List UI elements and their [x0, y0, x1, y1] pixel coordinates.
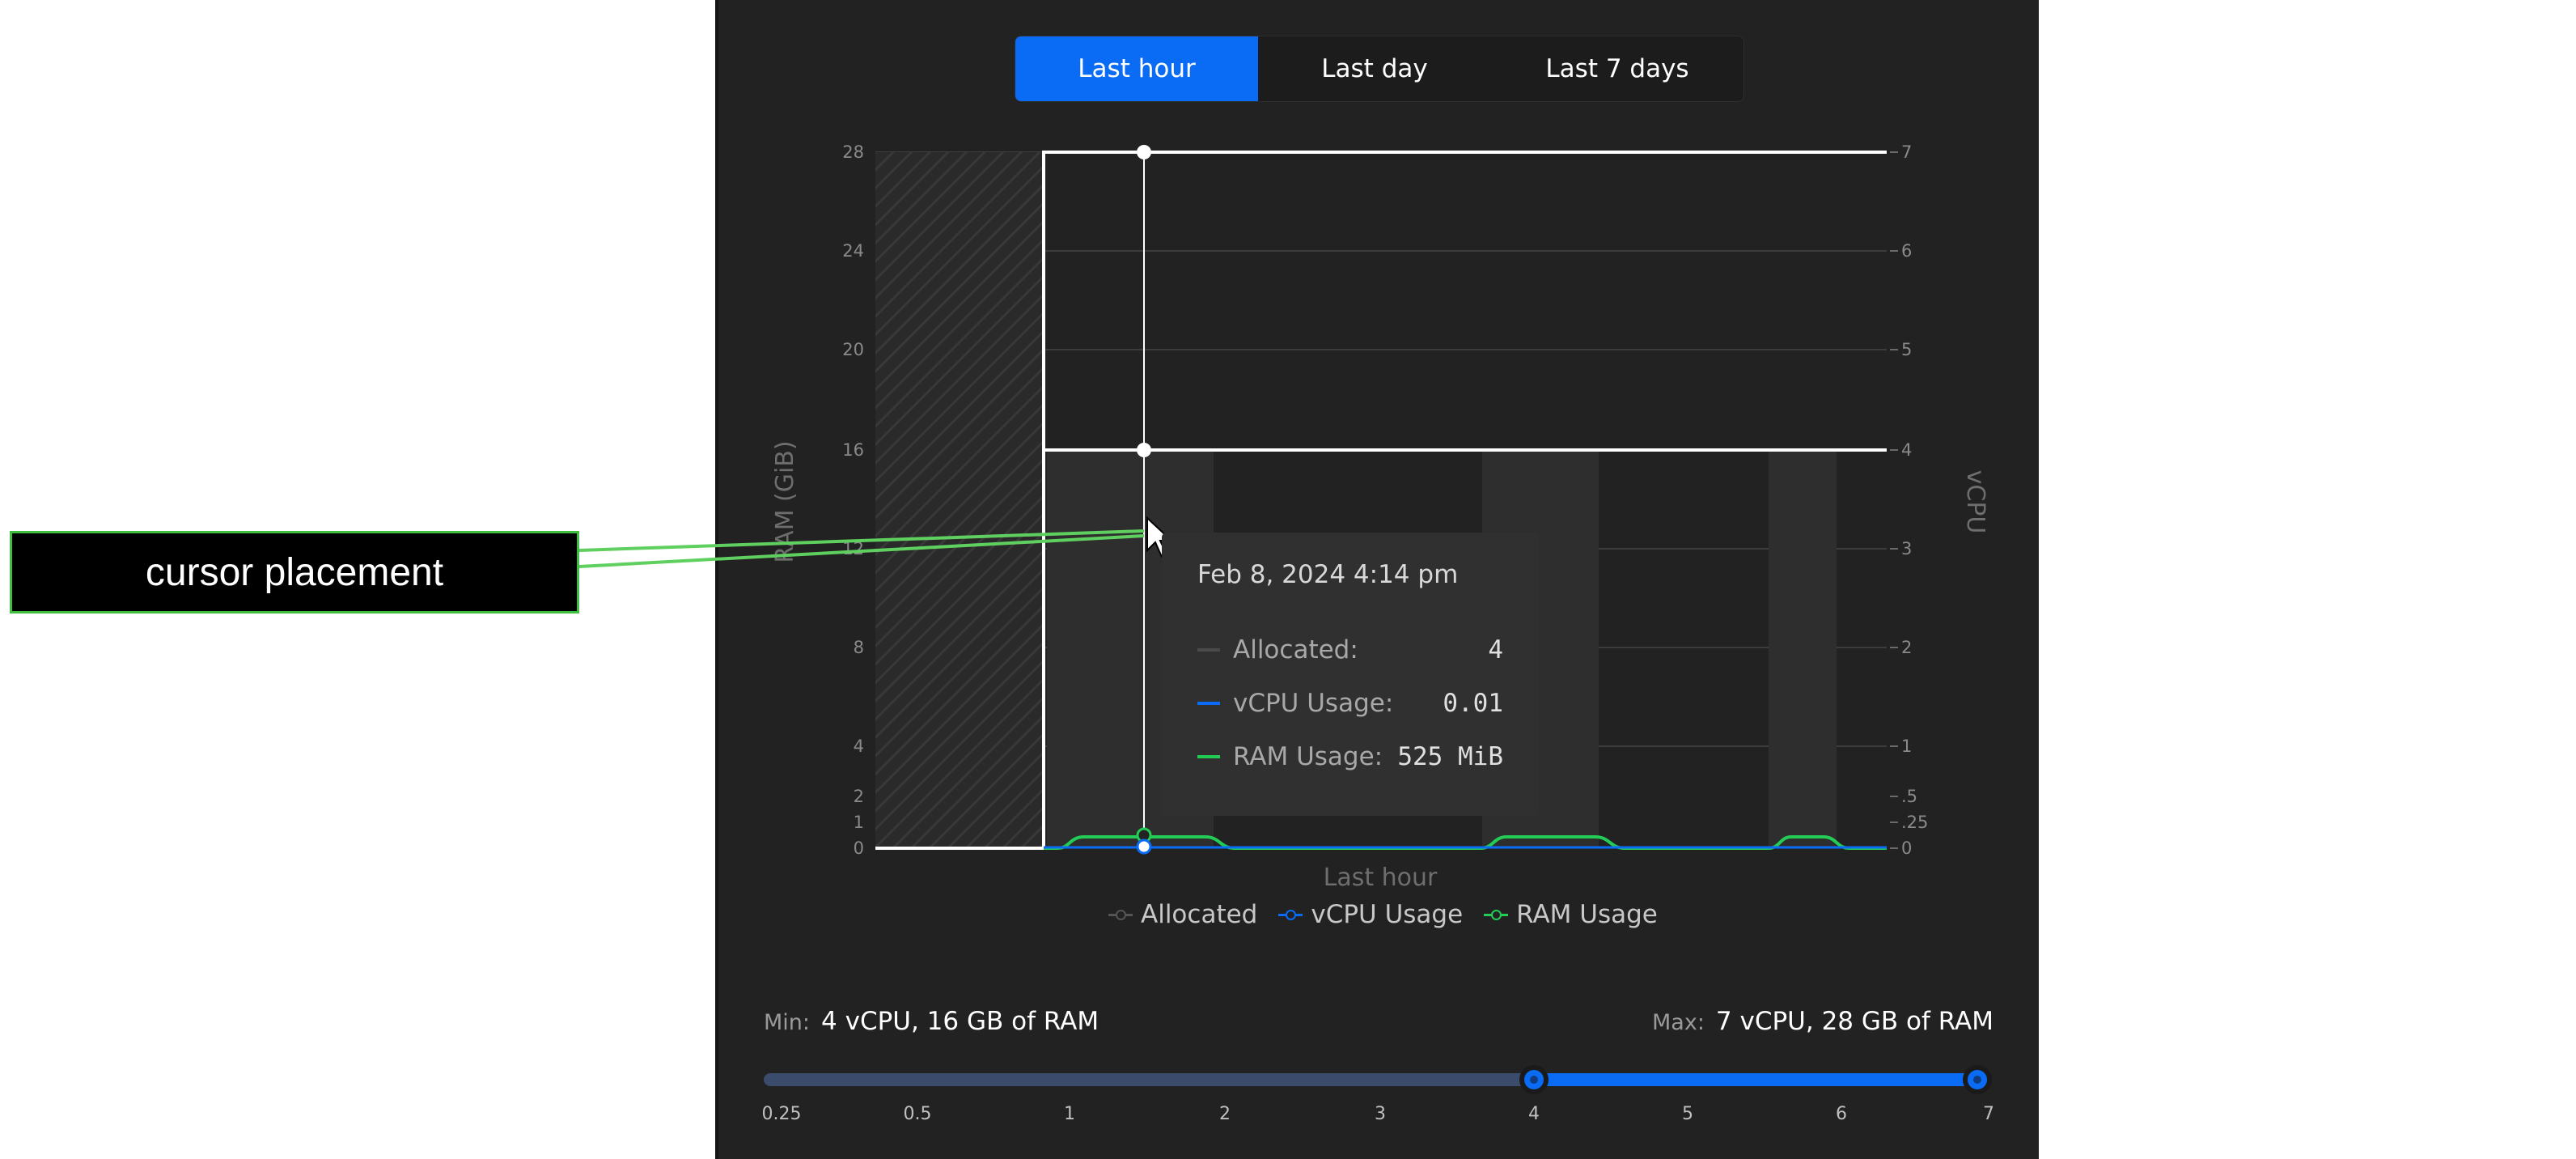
- slider-tick-label: 2: [1219, 1104, 1231, 1124]
- min-key: Min:: [764, 1010, 811, 1035]
- y-right-tick-label: 7: [1901, 142, 1912, 162]
- tooltip-row-ram: RAM Usage: 525 MiB: [1197, 730, 1503, 783]
- legend-marker-icon: [1484, 909, 1509, 920]
- y-left-tick-label: 20: [842, 340, 864, 359]
- y-left-tick-label: 1: [854, 813, 864, 832]
- slider-tick-label: 3: [1375, 1104, 1386, 1124]
- y-right-tick-label: 6: [1901, 241, 1912, 261]
- tooltip-label: Allocated:: [1233, 635, 1358, 664]
- y-left-tick-label: 2: [854, 787, 864, 806]
- slider-tick-label: 6: [1836, 1104, 1847, 1124]
- range-slider-fill: [1534, 1073, 1981, 1086]
- y-right-tick-label: 5: [1901, 340, 1912, 359]
- unavailable-period-hatch: [875, 152, 1042, 848]
- y-left-tick-label: 4: [854, 737, 864, 756]
- legend-item-vcpu[interactable]: vCPU Usage: [1278, 900, 1463, 929]
- cursor-placement-callout: cursor placement: [10, 531, 579, 613]
- slider-tick-label: 1: [1064, 1104, 1075, 1124]
- tooltip-row-vcpu: vCPU Usage: 0.01: [1197, 677, 1503, 730]
- hover-point-vcpu: [1136, 838, 1152, 855]
- hover-point-min: [1137, 443, 1151, 457]
- slider-tick-label: 4: [1528, 1104, 1540, 1124]
- usage-band: [1769, 450, 1837, 848]
- slider-tick-label: 7: [1983, 1104, 1994, 1124]
- y-right-tick-label: .25: [1901, 813, 1928, 832]
- slider-tick-label: 5: [1682, 1104, 1693, 1124]
- max-key: Max:: [1652, 1010, 1705, 1035]
- min-label: Min: 4 vCPU, 16 GB of RAM: [764, 1007, 1099, 1036]
- legend-marker-icon: [1278, 909, 1303, 920]
- y-right-tick-label: 2: [1901, 638, 1912, 657]
- y-left-tick-label: 28: [842, 142, 864, 162]
- slider-tick-label: 0.5: [903, 1104, 932, 1124]
- y-right-tick-label: 0: [1901, 838, 1912, 858]
- y-right-tick-label: 4: [1901, 440, 1912, 460]
- max-value: 7 vCPU, 28 GB of RAM: [1715, 1007, 1993, 1036]
- tooltip-value: 525 MiB: [1397, 742, 1503, 771]
- chart-legend: Allocated vCPU Usage RAM Usage: [1108, 900, 1679, 929]
- x-axis-title: Last hour: [1324, 864, 1438, 892]
- y-right-tick-label: 1: [1901, 737, 1912, 756]
- legend-label: RAM Usage: [1516, 900, 1658, 929]
- tooltip-row-allocated: Allocated: 4: [1197, 623, 1503, 677]
- y-left-tick-label: 16: [842, 440, 864, 460]
- y-right-tick-label: 3: [1901, 539, 1912, 558]
- y-left-tick-label: 8: [854, 638, 864, 657]
- tooltip-date: Feb 8, 2024 4:14 pm: [1197, 560, 1459, 589]
- max-label: Max: 7 vCPU, 28 GB of RAM: [1652, 1007, 1993, 1036]
- ram-swatch-icon: [1197, 755, 1220, 758]
- y-right-axis-title: vCPU: [1961, 470, 1989, 534]
- allocated-swatch-icon: [1197, 648, 1220, 652]
- vcpu-swatch-icon: [1197, 702, 1220, 705]
- y-left-tick-label: 24: [842, 241, 864, 261]
- tooltip-value: 4: [1488, 635, 1503, 664]
- legend-label: Allocated: [1141, 900, 1258, 929]
- range-slider-max-handle[interactable]: [1963, 1065, 1992, 1094]
- range-slider-min-handle[interactable]: [1519, 1065, 1549, 1094]
- tooltip-label: vCPU Usage:: [1233, 689, 1394, 718]
- y-right-tick-label: .5: [1901, 787, 1917, 806]
- tooltip-value: 0.01: [1443, 689, 1503, 718]
- y-left-tick-label: 0: [854, 838, 864, 858]
- slider-tick-label: 0.25: [761, 1104, 802, 1124]
- tooltip-label: RAM Usage:: [1233, 742, 1383, 771]
- legend-item-allocated[interactable]: Allocated: [1108, 900, 1257, 929]
- hover-point-max: [1137, 145, 1151, 159]
- legend-item-ram[interactable]: RAM Usage: [1484, 900, 1658, 929]
- min-value: 4 vCPU, 16 GB of RAM: [821, 1007, 1099, 1036]
- legend-label: vCPU Usage: [1311, 900, 1464, 929]
- legend-marker-icon: [1108, 909, 1133, 920]
- chart-tooltip: Feb 8, 2024 4:14 pm Allocated: 4 vCPU Us…: [1162, 533, 1539, 816]
